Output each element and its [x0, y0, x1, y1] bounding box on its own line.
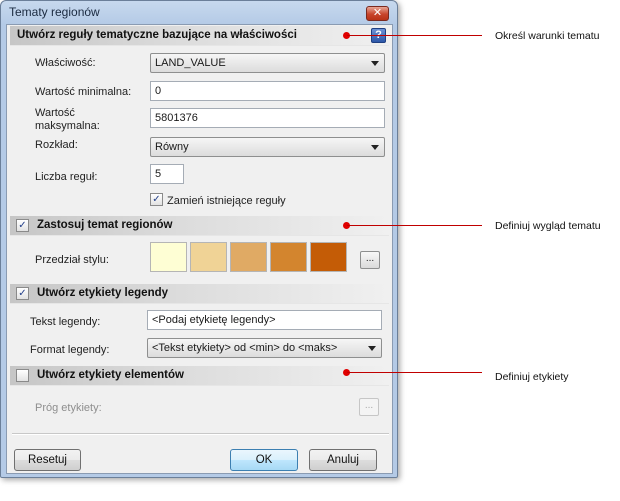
section-theme-title: Zastosuj temat regionów: [37, 219, 173, 231]
ok-button[interactable]: OK: [230, 449, 298, 471]
distribution-label: Rozkład:: [35, 139, 78, 151]
feature-labels-checkbox[interactable]: [16, 369, 29, 382]
legend-format-value: <Tekst etykiety> od <min> do <maks>: [152, 342, 338, 354]
min-value-field[interactable]: 0: [150, 81, 385, 101]
close-icon: ✕: [372, 7, 383, 19]
reset-button[interactable]: Resetuj: [14, 449, 81, 471]
dropdown-arrow-icon: [371, 145, 379, 150]
section-rules-title: Utwórz reguły tematyczne bazujące na wła…: [17, 29, 297, 41]
callout-conditions: Określ warunki tematu: [495, 30, 600, 42]
replace-rules-label: Zamień istniejące reguły: [167, 195, 286, 207]
callout-line-labels: [347, 372, 482, 373]
callout-labels: Definiuj etykiety: [495, 371, 569, 383]
style-swatch[interactable]: [150, 242, 187, 272]
style-range-more-button[interactable]: ...: [360, 251, 380, 269]
replace-rules-checkbox[interactable]: ✓: [150, 193, 163, 206]
footer-divider: [12, 433, 389, 435]
rule-count-field[interactable]: 5: [150, 164, 184, 184]
dialog-body: Utwórz reguły tematyczne bazujące na wła…: [6, 24, 393, 474]
legend-format-label: Format legendy:: [30, 344, 110, 356]
label-threshold-more-button[interactable]: ...: [359, 398, 379, 416]
cancel-button[interactable]: Anuluj: [309, 449, 377, 471]
callout-appearance: Definiuj wygląd tematu: [495, 220, 601, 232]
callout-line-conditions: [347, 35, 482, 36]
section-labels-header: Utwórz etykiety elementów: [10, 366, 389, 386]
close-button[interactable]: ✕: [366, 6, 389, 21]
style-swatch[interactable]: [190, 242, 227, 272]
property-select[interactable]: LAND_VALUE: [150, 53, 385, 73]
legend-text-field[interactable]: <Podaj etykietę legendy>: [147, 310, 382, 330]
dialog-window: Tematy regionów ✕ Utwórz reguły tematycz…: [0, 0, 398, 478]
section-rules-header: Utwórz reguły tematyczne bazujące na wła…: [10, 26, 389, 46]
style-swatch[interactable]: [270, 242, 307, 272]
section-labels-title: Utwórz etykiety elementów: [37, 369, 184, 381]
dropdown-arrow-icon: [371, 61, 379, 66]
max-value-label-line1: Wartość: [35, 107, 75, 119]
section-theme-header: ✓ Zastosuj temat regionów: [10, 216, 389, 236]
rule-count-label: Liczba reguł:: [35, 171, 98, 183]
section-legend-title: Utwórz etykiety legendy: [37, 287, 169, 299]
callout-line-appearance: [347, 225, 482, 226]
section-legend-header: ✓ Utwórz etykiety legendy: [10, 284, 389, 304]
style-range-label: Przedział stylu:: [35, 254, 109, 266]
max-value-field[interactable]: 5801376: [150, 108, 385, 128]
legend-format-select[interactable]: <Tekst etykiety> od <min> do <maks>: [147, 338, 382, 358]
legend-text-label: Tekst legendy:: [30, 316, 101, 328]
window-title: Tematy regionów: [9, 5, 100, 19]
max-value-label-line2: maksymalna:: [35, 120, 100, 132]
checkbox-check-icon: ✓: [152, 194, 161, 205]
distribution-select[interactable]: Równy: [150, 137, 385, 157]
checkbox-check-icon: ✓: [18, 288, 27, 299]
property-value: LAND_VALUE: [155, 57, 226, 69]
apply-theme-checkbox[interactable]: ✓: [16, 219, 29, 232]
style-swatch[interactable]: [310, 242, 347, 272]
distribution-value: Równy: [155, 141, 189, 153]
min-value-label: Wartość minimalna:: [35, 86, 132, 98]
dropdown-arrow-icon: [368, 346, 376, 351]
property-label: Właściwość:: [35, 57, 96, 69]
label-threshold-label: Próg etykiety:: [35, 402, 102, 414]
legend-labels-checkbox[interactable]: ✓: [16, 287, 29, 300]
style-swatch[interactable]: [230, 242, 267, 272]
checkbox-check-icon: ✓: [18, 220, 27, 231]
